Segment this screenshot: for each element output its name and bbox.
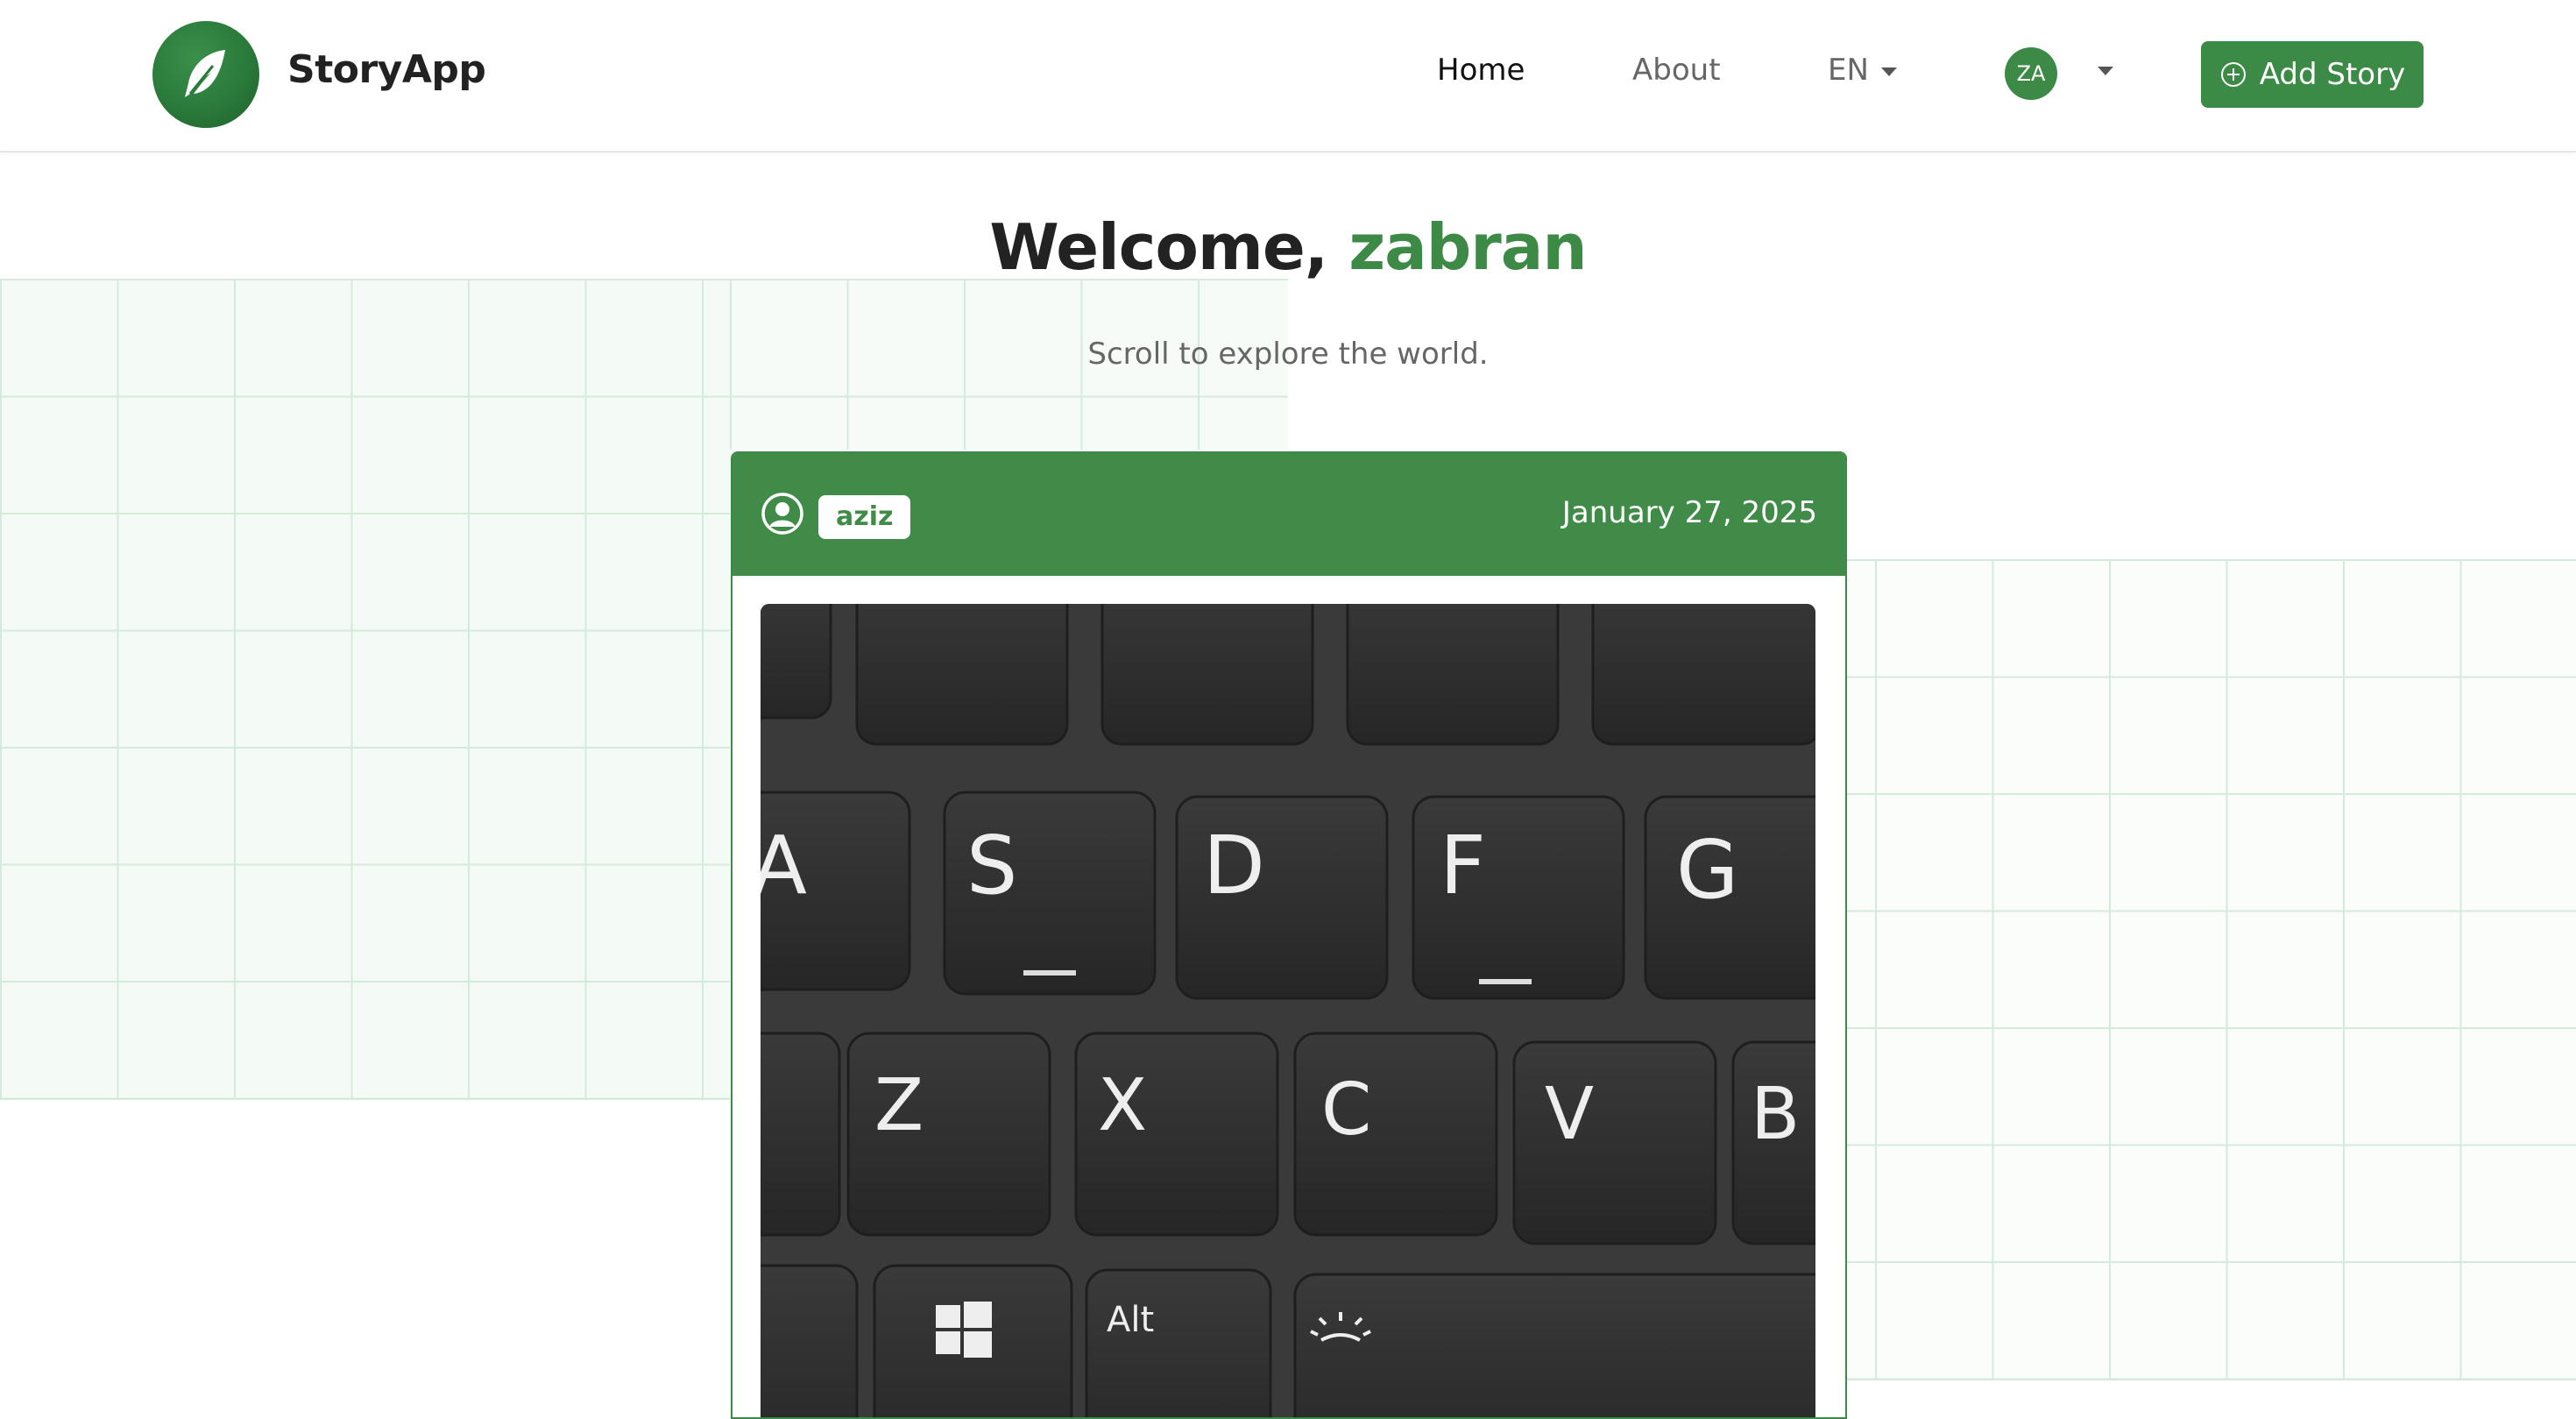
key-f: F — [1440, 819, 1486, 912]
key-v: V — [1545, 1073, 1594, 1156]
story-card[interactable]: aziz January 27, 2025 S D F G Z X C V B … — [731, 451, 1847, 1419]
key-b: B — [1751, 1073, 1800, 1156]
user-circle-icon — [761, 493, 803, 535]
key-g: G — [1676, 823, 1738, 917]
key-s: S — [966, 819, 1017, 912]
story-card-header: aziz January 27, 2025 — [732, 453, 1845, 576]
keyboard-photo: A S D F G Z X C V B — [761, 604, 1815, 1417]
navbar: StoryApp Home About EN ZA Add Story — [0, 0, 2576, 153]
user-avatar[interactable]: ZA — [2005, 47, 2057, 100]
background-grid-right — [1843, 559, 2576, 1380]
chevron-down-icon — [1880, 67, 1897, 76]
background-grid-left — [0, 279, 730, 1100]
key-c: C — [1321, 1068, 1371, 1152]
brand-logo[interactable] — [152, 21, 259, 128]
nav-home[interactable]: Home — [1437, 53, 1525, 88]
language-label: EN — [1828, 53, 1869, 88]
key-d: D — [1203, 819, 1265, 912]
key-z: Z — [874, 1064, 924, 1147]
brand-name[interactable]: StoryApp — [287, 47, 486, 92]
story-date: January 27, 2025 — [1561, 495, 1817, 530]
story-author-badge[interactable]: aziz — [818, 495, 911, 539]
welcome-heading: Welcome, zabran — [0, 210, 2576, 284]
feather-icon — [185, 50, 225, 97]
key-alt: Alt — [1107, 1300, 1154, 1340]
key-x: X — [1098, 1064, 1147, 1147]
add-story-label: Add Story — [2259, 57, 2406, 92]
key-a: A — [761, 819, 807, 912]
add-story-button[interactable]: Add Story — [2201, 41, 2424, 108]
user-menu-chevron-icon[interactable] — [2098, 67, 2113, 75]
story-image[interactable]: A S D F G Z X C V B — [761, 604, 1815, 1417]
nav-about[interactable]: About — [1632, 53, 1721, 88]
welcome-greeting: Welcome, — [989, 210, 1328, 284]
plus-circle-icon — [2220, 62, 2246, 87]
welcome-subtitle: Scroll to explore the world. — [1087, 337, 1489, 372]
language-dropdown[interactable]: EN — [1828, 53, 1897, 88]
welcome-username: zabran — [1348, 210, 1587, 284]
